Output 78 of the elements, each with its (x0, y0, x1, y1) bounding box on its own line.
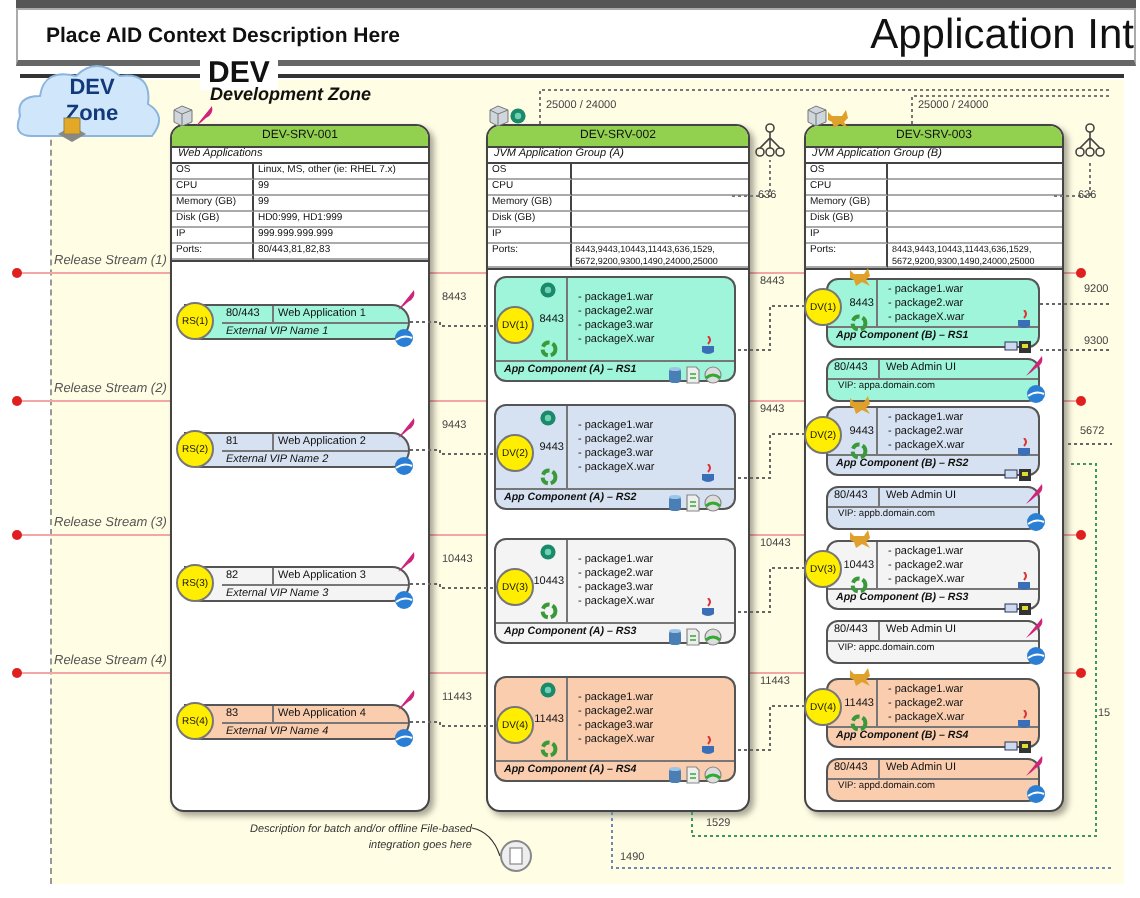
feather-icon (1024, 616, 1044, 640)
circular-arrows-icon (540, 602, 558, 620)
server-icon (488, 104, 510, 126)
leader-line (471, 827, 501, 857)
stream-marker (12, 396, 22, 406)
hardware-icon (1004, 340, 1032, 354)
coffee-cup-icon (700, 464, 718, 484)
dotted-connector (1039, 303, 1113, 445)
stream-marker (12, 668, 22, 678)
feather-icon (1024, 754, 1044, 778)
coffee-cup-icon (700, 736, 718, 756)
cat-icon (848, 266, 872, 286)
cat-icon (848, 528, 872, 548)
server-icon (172, 104, 194, 126)
document-icon (686, 494, 700, 512)
coffee-cup-icon (1016, 572, 1034, 592)
emblem-icon (510, 108, 526, 124)
feather-icon (1024, 354, 1044, 378)
stream-marker (1076, 530, 1086, 540)
coffee-cup-icon (1016, 710, 1034, 730)
globe-icon (394, 728, 414, 748)
globe-icon (394, 328, 414, 348)
stream-marker (1076, 268, 1086, 278)
diagram-title: Application Int (870, 11, 1134, 59)
feather-icon (396, 288, 416, 312)
feather-icon (194, 104, 214, 128)
database-icon (668, 766, 682, 784)
file-transfer-icon (500, 840, 532, 872)
circular-arrows-icon (540, 340, 558, 358)
emblem-icon (540, 410, 556, 426)
server-icon (806, 104, 828, 126)
circular-arrows-icon (540, 468, 558, 486)
feather-icon (1024, 482, 1044, 506)
context-description: Place AID Context Description Here (46, 23, 400, 47)
globe-icon (394, 456, 414, 476)
circular-arrows-icon (850, 442, 868, 460)
zone-subtitle: Development Zone (210, 84, 372, 104)
coffee-cup-icon (700, 598, 718, 618)
circular-arrows-icon (850, 576, 868, 594)
stream-marker (12, 530, 22, 540)
cat-icon (848, 666, 872, 686)
disk-icon (704, 628, 722, 646)
database-icon (668, 628, 682, 646)
dotted-connector (409, 721, 499, 727)
stream-marker (1076, 668, 1086, 678)
cat-icon (826, 108, 850, 128)
circular-arrows-icon (850, 314, 868, 332)
document-icon (686, 766, 700, 784)
emblem-icon (540, 682, 556, 698)
document-icon (686, 366, 700, 384)
stream-marker (1076, 396, 1086, 406)
circular-arrows-icon (540, 740, 558, 758)
globe-icon (1026, 384, 1046, 404)
stream-marker (12, 268, 22, 278)
database-icon (668, 494, 682, 512)
network-tree-icon (1074, 122, 1106, 158)
disk-icon (704, 766, 722, 784)
emblem-icon (540, 544, 556, 560)
feather-icon (396, 688, 416, 712)
database-icon (668, 366, 682, 384)
globe-icon (1026, 784, 1046, 804)
dotted-connector (409, 583, 499, 589)
disk-icon (704, 494, 722, 512)
emblem-icon (540, 282, 556, 298)
dotted-connector (409, 321, 499, 327)
disk-icon (704, 366, 722, 384)
hardware-icon (1004, 602, 1032, 616)
hardware-icon (1004, 740, 1032, 754)
coffee-cup-icon (1016, 438, 1034, 458)
circular-arrows-icon (850, 714, 868, 732)
coffee-cup-icon (1016, 310, 1034, 330)
coffee-cup-icon (700, 336, 718, 356)
cat-icon (848, 394, 872, 414)
feather-icon (396, 550, 416, 574)
network-tree-icon (754, 122, 786, 158)
globe-icon (1026, 512, 1046, 532)
dotted-connector (409, 449, 499, 455)
feather-icon (396, 416, 416, 440)
